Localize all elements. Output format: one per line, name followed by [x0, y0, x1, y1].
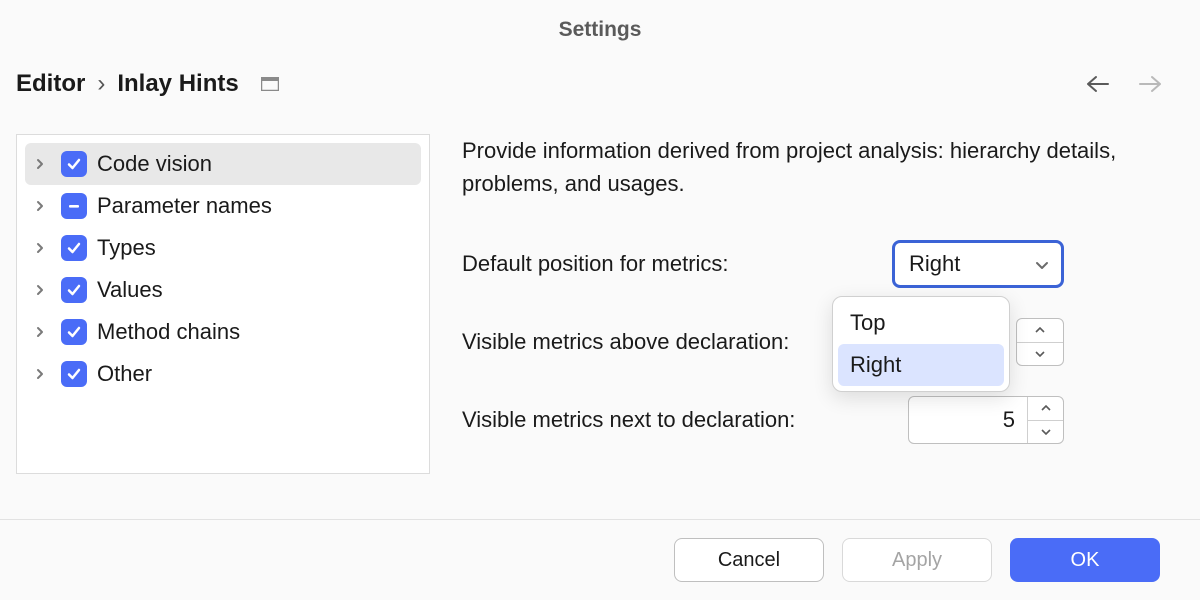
visible-next-label: Visible metrics next to declaration: — [462, 407, 795, 433]
checkbox[interactable] — [61, 361, 87, 387]
chevron-right-icon[interactable] — [35, 325, 51, 339]
ok-button[interactable]: OK — [1010, 538, 1160, 582]
checkbox[interactable] — [61, 319, 87, 345]
apply-button: Apply — [842, 538, 992, 582]
chevron-right-icon[interactable] — [35, 157, 51, 171]
tree-item[interactable]: Code vision — [25, 143, 421, 185]
visible-next-stepper[interactable]: 5 — [908, 396, 1064, 444]
default-position-value: Right — [909, 251, 960, 277]
checkbox[interactable] — [61, 277, 87, 303]
tree-item[interactable]: Parameter names — [25, 185, 421, 227]
tree-item[interactable]: Method chains — [25, 311, 421, 353]
tree-item-label: Code vision — [97, 151, 212, 177]
tree-item-label: Method chains — [97, 319, 240, 345]
default-position-combo[interactable]: Right — [892, 240, 1064, 288]
tree-item-label: Values — [97, 277, 163, 303]
chevron-down-icon — [1035, 251, 1049, 277]
visible-next-value: 5 — [909, 407, 1027, 433]
dropdown-option[interactable]: Right — [838, 344, 1004, 386]
checkbox[interactable] — [61, 193, 87, 219]
breadcrumb-root[interactable]: Editor — [16, 70, 85, 98]
default-position-label: Default position for metrics: — [462, 251, 729, 277]
nav-back-button[interactable] — [1084, 74, 1110, 94]
cancel-button[interactable]: Cancel — [674, 538, 824, 582]
tree-item-label: Types — [97, 235, 156, 261]
breadcrumb: Editor › Inlay Hints — [16, 70, 279, 98]
visible-above-label: Visible metrics above declaration: — [462, 329, 789, 355]
description-text: Provide information derived from project… — [462, 134, 1184, 200]
stepper-up-icon[interactable] — [1017, 319, 1063, 343]
chevron-right-icon[interactable] — [35, 199, 51, 213]
tree-item-label: Other — [97, 361, 152, 387]
tree-panel: Code vision Parameter names Types Values Met… — [16, 134, 430, 474]
content-panel: Provide information derived from project… — [462, 134, 1184, 474]
page-title: Settings — [0, 0, 1200, 42]
dropdown-option[interactable]: Top — [838, 302, 1004, 344]
checkbox[interactable] — [61, 235, 87, 261]
tree-item-label: Parameter names — [97, 193, 272, 219]
tree-item[interactable]: Types — [25, 227, 421, 269]
stepper-down-icon[interactable] — [1017, 343, 1063, 366]
checkbox[interactable] — [61, 151, 87, 177]
tree-item[interactable]: Values — [25, 269, 421, 311]
nav-forward-button — [1138, 74, 1164, 94]
tree-item[interactable]: Other — [25, 353, 421, 395]
stepper-up-icon[interactable] — [1028, 397, 1063, 421]
default-position-dropdown[interactable]: TopRight — [832, 296, 1010, 392]
chevron-right-icon[interactable] — [35, 283, 51, 297]
visible-above-stepper[interactable] — [1016, 318, 1064, 366]
detach-window-icon[interactable] — [261, 77, 279, 91]
chevron-right-icon[interactable] — [35, 367, 51, 381]
stepper-down-icon[interactable] — [1028, 421, 1063, 444]
breadcrumb-separator: › — [97, 70, 105, 98]
breadcrumb-leaf: Inlay Hints — [117, 70, 238, 98]
footer: Cancel Apply OK — [0, 519, 1200, 600]
chevron-right-icon[interactable] — [35, 241, 51, 255]
